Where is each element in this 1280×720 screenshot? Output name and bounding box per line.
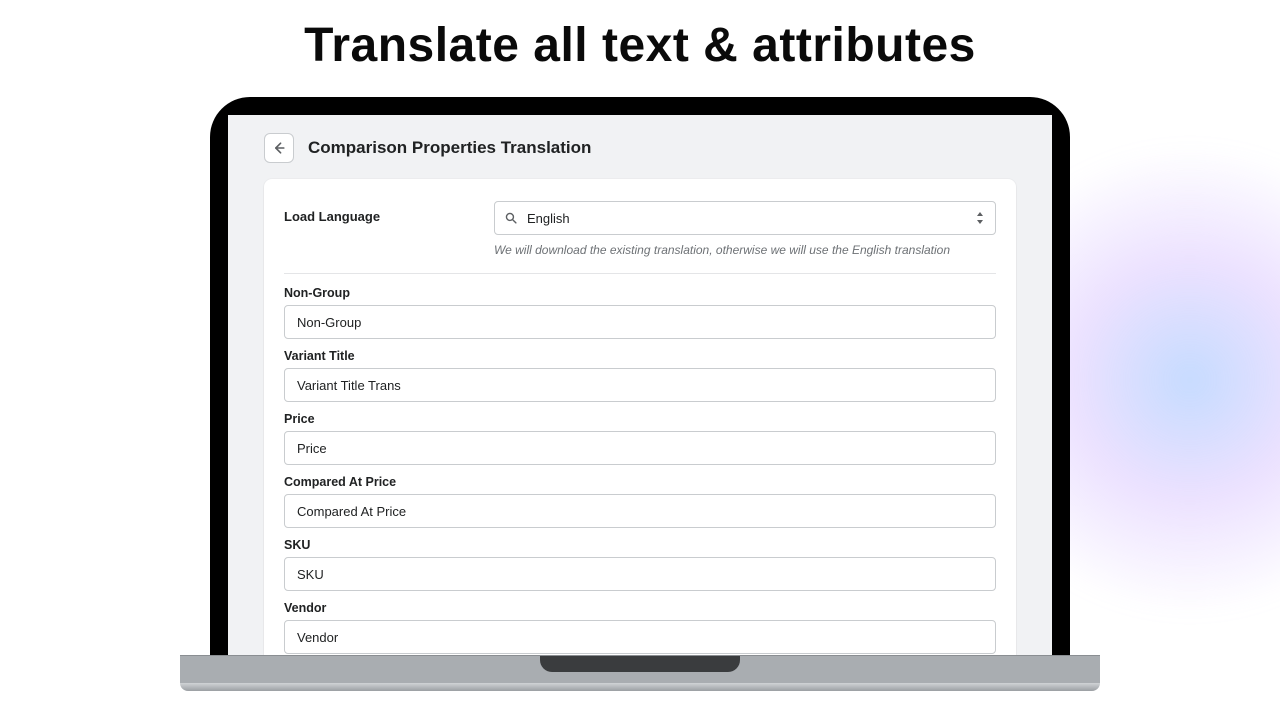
arrow-left-icon [271,140,287,156]
field-vendor: Vendor [284,601,996,654]
language-select-value: English [527,211,570,226]
language-helper-text: We will download the existing translatio… [494,243,996,257]
field-non-group: Non-Group [284,286,996,339]
field-sku: SKU [284,538,996,591]
vendor-label: Vendor [284,601,996,615]
header-row: Comparison Properties Translation [264,133,1016,163]
field-variant-title: Variant Title [284,349,996,402]
laptop-mockup: Comparison Properties Translation Load L… [210,97,1070,655]
compared-at-price-input[interactable] [284,494,996,528]
app-screen: Comparison Properties Translation Load L… [228,115,1052,655]
sku-input[interactable] [284,557,996,591]
variant-title-label: Variant Title [284,349,996,363]
vendor-input[interactable] [284,620,996,654]
price-input[interactable] [284,431,996,465]
back-button[interactable] [264,133,294,163]
laptop-base-bottom [180,683,1100,691]
sku-label: SKU [284,538,996,552]
price-label: Price [284,412,996,426]
laptop-base [180,655,1100,709]
laptop-base-top [180,655,1100,683]
non-group-input[interactable] [284,305,996,339]
load-language-row: Load Language English [284,201,996,274]
language-select[interactable]: English [494,201,996,235]
variant-title-input[interactable] [284,368,996,402]
field-compared-at-price: Compared At Price [284,475,996,528]
non-group-label: Non-Group [284,286,996,300]
compared-at-price-label: Compared At Price [284,475,996,489]
laptop-notch [540,656,740,672]
form-card: Load Language English [264,179,1016,655]
field-price: Price [284,412,996,465]
laptop-bezel: Comparison Properties Translation Load L… [210,97,1070,655]
page-title: Comparison Properties Translation [308,138,591,158]
hero-title: Translate all text & attributes [0,18,1280,73]
load-language-label: Load Language [284,201,474,224]
